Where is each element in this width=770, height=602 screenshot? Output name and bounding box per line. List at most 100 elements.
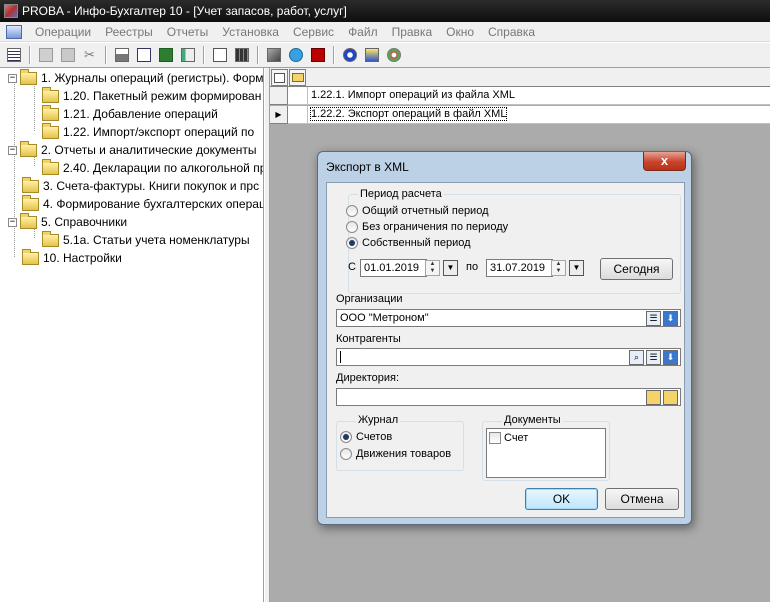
list-icon[interactable]: ☰ xyxy=(646,350,661,365)
period-option-custom[interactable]: Собственный период xyxy=(346,237,471,249)
gear-icon[interactable] xyxy=(384,46,403,65)
period-option-unlimited[interactable]: Без ограничения по периоду xyxy=(346,221,508,233)
tree-item-label: 4. Формирование бухгалтерских операц xyxy=(43,197,264,211)
folder-icon xyxy=(22,194,39,211)
menu-edit[interactable]: Правка xyxy=(385,25,440,39)
help-icon[interactable] xyxy=(286,46,305,65)
cut-icon[interactable]: ✂ xyxy=(80,46,99,65)
tree-item-reports[interactable]: − 2. Отчеты и аналитические документы xyxy=(8,140,257,159)
tree-item-1-20[interactable]: 1.20. Пакетный режим формирован xyxy=(42,86,261,105)
tree-item-accounting-ops[interactable]: 4. Формирование бухгалтерских операц xyxy=(22,194,264,213)
organizations-field[interactable]: ООО "Метроном" xyxy=(336,309,681,327)
organizations-label: Организации xyxy=(336,293,403,305)
menu-setup[interactable]: Установка xyxy=(215,25,286,39)
menu-window[interactable]: Окно xyxy=(439,25,481,39)
folder-open-icon xyxy=(20,140,37,157)
document-item-invoice[interactable]: Счет xyxy=(489,432,528,444)
directory-field[interactable] xyxy=(336,388,681,406)
preview-icon[interactable] xyxy=(134,46,153,65)
text-caret xyxy=(340,351,341,363)
journal-option-goods-movement[interactable]: Движения товаров xyxy=(340,448,451,460)
tree-item-1-22[interactable]: 1.22. Импорт/экспорт операций по xyxy=(42,122,254,141)
collapse-icon[interactable]: − xyxy=(8,73,17,83)
period-option-general[interactable]: Общий отчетный период xyxy=(346,205,489,217)
lightbulb-icon[interactable] xyxy=(362,46,381,65)
radio[interactable] xyxy=(346,221,358,233)
browse-folder-icon[interactable] xyxy=(646,390,661,405)
toolbar-separator xyxy=(257,46,259,64)
tree-item-settings[interactable]: 10. Настройки xyxy=(22,248,122,267)
radio[interactable] xyxy=(340,448,352,460)
collapse-icon[interactable]: − xyxy=(8,217,17,227)
menu-reports[interactable]: Отчеты xyxy=(160,25,215,39)
date-to-dropdown[interactable]: ▼ xyxy=(569,260,584,276)
font-icon[interactable] xyxy=(308,46,327,65)
menu-help[interactable]: Справка xyxy=(481,25,542,39)
tree-item-label: 1.21. Добавление операций xyxy=(63,107,218,121)
paste-icon[interactable] xyxy=(58,46,77,65)
date-to-field[interactable]: 31.07.2019 xyxy=(486,259,553,277)
date-from-dropdown[interactable]: ▼ xyxy=(443,260,458,276)
date-from-field[interactable]: 01.01.2019 xyxy=(360,259,427,277)
compass-icon[interactable] xyxy=(340,46,359,65)
cancel-button[interactable]: Отмена xyxy=(605,488,679,510)
directory-label: Директория: xyxy=(336,372,400,384)
menu-service[interactable]: Сервис xyxy=(286,25,341,39)
tree-item-label: 3. Счета-фактуры. Книги покупок и прс xyxy=(43,179,260,193)
tree-item-2-40[interactable]: 2.40. Декларации по алкогольной пр xyxy=(42,158,263,177)
date-from-spinner[interactable]: ▲ ▼ xyxy=(425,260,440,276)
radio-selected[interactable] xyxy=(346,237,358,249)
journal-group xyxy=(336,421,464,471)
tree-item-journals[interactable]: − 1. Журналы операций (регистры). Форм xyxy=(8,68,263,87)
tree-item-1-21[interactable]: 1.21. Добавление операций xyxy=(42,104,218,123)
arrow-down-icon[interactable]: ⬇ xyxy=(663,311,678,326)
table-row[interactable]: ▶ 1.22.2. Экспорт операций в файл XML xyxy=(270,106,770,124)
copy-icon[interactable] xyxy=(36,46,55,65)
row-cell xyxy=(288,106,308,124)
row-indicator xyxy=(270,87,288,105)
report-icon[interactable] xyxy=(178,46,197,65)
menu-file[interactable]: Файл xyxy=(341,25,385,39)
radio-label: Движения товаров xyxy=(356,448,452,460)
radio[interactable] xyxy=(346,205,358,217)
journal-option-invoices[interactable]: Счетов xyxy=(340,431,392,443)
ok-button[interactable]: OK xyxy=(525,488,598,510)
tree-item-references[interactable]: − 5. Справочники xyxy=(8,212,128,231)
document-window-icon[interactable] xyxy=(6,24,22,39)
list-icon[interactable] xyxy=(4,46,23,65)
folder-icon xyxy=(22,176,39,193)
text-doc-icon[interactable] xyxy=(210,46,229,65)
print-icon[interactable] xyxy=(112,46,131,65)
tree-item-label: 2. Отчеты и аналитические документы xyxy=(41,143,257,157)
toolbar-separator xyxy=(203,46,205,64)
table-row[interactable]: 1.22.1. Импорт операций из файла XML xyxy=(270,87,770,105)
radio-label: Счетов xyxy=(356,431,393,443)
menu-registers[interactable]: Реестры xyxy=(98,25,160,39)
tree-item-label: 5. Справочники xyxy=(41,215,128,229)
open-folder-icon[interactable] xyxy=(663,390,678,405)
arrow-down-icon[interactable]: ⬇ xyxy=(663,350,678,365)
collapse-icon[interactable]: − xyxy=(8,145,17,155)
book-icon[interactable] xyxy=(264,46,283,65)
checkbox[interactable] xyxy=(489,432,501,444)
search-icon[interactable]: ⌕ xyxy=(629,350,644,365)
row-label: 1.22.1. Импорт операций из файла XML xyxy=(311,89,516,101)
list-icon[interactable]: ☰ xyxy=(646,311,661,326)
tree-item-5-1a[interactable]: 5.1а. Статьи учета номенклатуры xyxy=(42,230,250,249)
grid-tools-icon[interactable] xyxy=(271,69,288,86)
excel-icon[interactable] xyxy=(156,46,175,65)
tree-item-invoices[interactable]: 3. Счета-фактуры. Книги покупок и прс xyxy=(22,176,260,195)
open-folder-icon[interactable] xyxy=(289,69,306,86)
calculator-icon[interactable] xyxy=(232,46,251,65)
row-label: 1.22.2. Экспорт операций в файл XML xyxy=(309,107,508,121)
folder-icon xyxy=(42,122,59,139)
menu-operations[interactable]: Операции xyxy=(28,25,98,39)
today-button[interactable]: Сегодня xyxy=(600,258,673,280)
documents-listbox[interactable]: Счет xyxy=(486,428,606,478)
toolbar-separator xyxy=(29,46,31,64)
tree-item-label: 10. Настройки xyxy=(43,251,122,265)
radio-selected[interactable] xyxy=(340,431,352,443)
date-to-spinner[interactable]: ▲ ▼ xyxy=(551,260,566,276)
folder-icon xyxy=(42,104,59,121)
close-button[interactable]: x xyxy=(643,152,686,171)
